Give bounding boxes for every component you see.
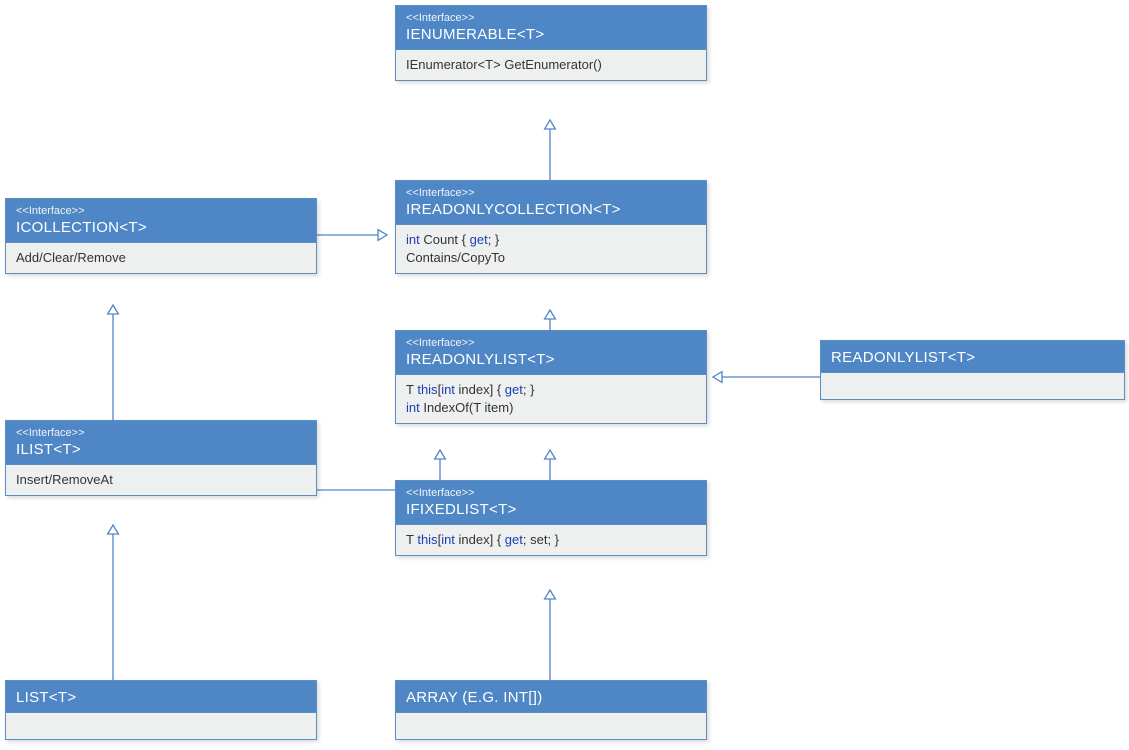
box-title: IReadOnlyList<T>	[406, 351, 696, 368]
uml-canvas: { "diagram_type": "UML class/interface h…	[0, 0, 1129, 750]
arrowhead-icon	[378, 230, 387, 241]
box-header: <<Interface>> ICollection<T>	[6, 199, 316, 242]
arrowhead-icon	[713, 372, 722, 383]
uml-box-readonlylist: ReadOnlyList<T>	[820, 340, 1125, 400]
box-header: <<Interface>> IReadOnlyList<T>	[396, 331, 706, 374]
box-header: <<Interface>> IEnumerable<T>	[396, 6, 706, 49]
box-header: Array (e.g. int[])	[396, 681, 706, 712]
box-body	[6, 712, 316, 739]
stereotype-label: <<Interface>>	[16, 427, 306, 439]
stereotype-label: <<Interface>>	[406, 487, 696, 499]
box-body: T this[int index] { get; }int IndexOf(T …	[396, 374, 706, 423]
box-header: <<Interface>> IList<T>	[6, 421, 316, 464]
stereotype-label: <<Interface>>	[406, 187, 696, 199]
arrowhead-icon	[545, 590, 556, 599]
arrowhead-icon	[108, 525, 119, 534]
uml-box-ienumerable: <<Interface>> IEnumerable<T> IEnumerator<T…	[395, 5, 707, 81]
box-title: ReadOnlyList<T>	[831, 349, 1114, 366]
box-title: IList<T>	[16, 441, 306, 458]
arrowhead-icon	[545, 450, 556, 459]
stereotype-label: <<Interface>>	[406, 337, 696, 349]
arrowhead-icon	[435, 450, 446, 459]
uml-box-ireadonlylist: <<Interface>> IReadOnlyList<T> T this[int …	[395, 330, 707, 424]
box-body: T this[int index] { get; set; }	[396, 524, 706, 555]
uml-box-array: Array (e.g. int[])	[395, 680, 707, 740]
box-body: IEnumerator<T> GetEnumerator()	[396, 49, 706, 80]
box-header: <<Interface>> IFixedList<T>	[396, 481, 706, 524]
box-title: ICollection<T>	[16, 219, 306, 236]
box-title: List<T>	[16, 689, 306, 706]
box-header: List<T>	[6, 681, 316, 712]
uml-box-icollection: <<Interface>> ICollection<T> Add/Clear/Rem…	[5, 198, 317, 274]
uml-box-ireadonlycoll: <<Interface>> IReadOnlyCollection<T> int C…	[395, 180, 707, 274]
box-title: IFixedList<T>	[406, 501, 696, 518]
box-title: IReadOnlyCollection<T>	[406, 201, 696, 218]
uml-box-ifixedlist: <<Interface>> IFixedList<T> T this[int ind…	[395, 480, 707, 556]
uml-box-list: List<T>	[5, 680, 317, 740]
box-title: Array (e.g. int[])	[406, 689, 696, 706]
box-body	[396, 712, 706, 739]
uml-box-ilist: <<Interface>> IList<T> Insert/RemoveAt	[5, 420, 317, 496]
arrowhead-icon	[545, 310, 556, 319]
box-body	[821, 372, 1124, 399]
box-body: Add/Clear/Remove	[6, 242, 316, 273]
box-body: Insert/RemoveAt	[6, 464, 316, 495]
arrowhead-icon	[545, 120, 556, 129]
box-title: IEnumerable<T>	[406, 26, 696, 43]
box-header: ReadOnlyList<T>	[821, 341, 1124, 372]
stereotype-label: <<Interface>>	[16, 205, 306, 217]
arrowhead-icon	[108, 305, 119, 314]
box-header: <<Interface>> IReadOnlyCollection<T>	[396, 181, 706, 224]
box-body: int Count { get; }Contains/CopyTo	[396, 224, 706, 273]
stereotype-label: <<Interface>>	[406, 12, 696, 24]
